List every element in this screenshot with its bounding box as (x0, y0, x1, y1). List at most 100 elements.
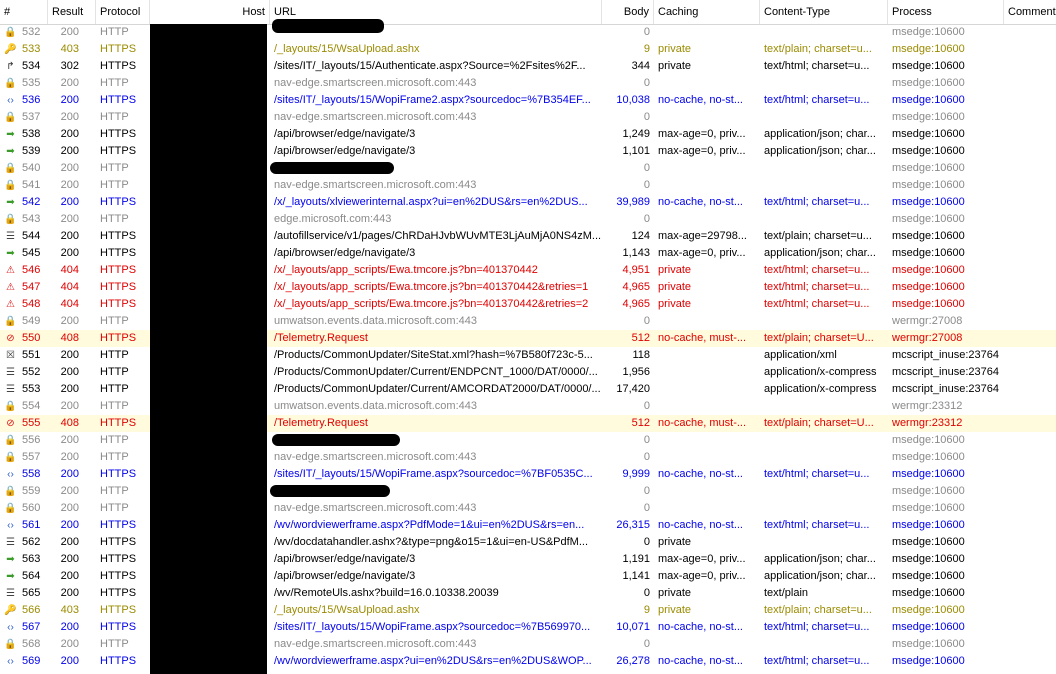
cell-body-size: 4,965 (622, 298, 650, 310)
cell-body-size: 26,278 (616, 655, 650, 667)
column-header-protocol[interactable]: Protocol (96, 0, 150, 24)
cell-content-type (760, 449, 886, 466)
cell-session-number: 540 (22, 162, 41, 174)
cell-body-size: 0 (643, 485, 650, 497)
column-header-content-type[interactable]: Content-Type (760, 0, 888, 24)
column-header-caching[interactable]: Caching (654, 0, 760, 24)
cell-protocol: HTTPS (100, 247, 137, 259)
cell-protocol: HTTPS (100, 621, 137, 633)
cell-process: msedge:10600 (892, 230, 965, 242)
cell-body-size: 39,989 (616, 196, 650, 208)
cell-result-code: 200 (60, 162, 79, 174)
cell-content-type: text/html; charset=u... (764, 298, 870, 310)
cell-result-code: 200 (60, 349, 79, 361)
cell-session-number: 542 (22, 196, 41, 208)
cell-session-number: 566 (22, 604, 41, 616)
column-header-process[interactable]: Process (888, 0, 1004, 24)
cell-protocol: HTTP (100, 26, 129, 38)
cell-body-size: 0 (643, 315, 650, 327)
cell-content-type: text/html; charset=u... (764, 264, 870, 276)
cell-result-code: 200 (60, 553, 79, 565)
cell-content-type: application/json; char... (764, 247, 876, 259)
url-redaction-mark (272, 434, 400, 446)
cell-body-size: 0 (643, 77, 650, 89)
cell-process: msedge:10600 (892, 213, 965, 225)
cell-protocol: HTTP (100, 315, 129, 327)
cell-body-size: 1,143 (622, 247, 650, 259)
cell-url: /wv/RemoteUls.ashx?build=16.0.10338.2003… (274, 587, 499, 599)
cell-caching: no-cache, must-... (658, 332, 747, 344)
cell-url: nav-edge.smartscreen.microsoft.com:443 (274, 638, 477, 650)
cell-url: umwatson.events.data.microsoft.com:443 (274, 400, 477, 412)
cell-body-size: 17,420 (616, 383, 650, 395)
cell-caching: private (658, 536, 692, 548)
cell-caching: max-age=0, priv... (658, 247, 746, 259)
cell-caching: no-cache, no-st... (658, 655, 743, 667)
cell-caching: private (658, 43, 692, 55)
cell-protocol: HTTPS (100, 570, 137, 582)
cell-result-code: 200 (60, 315, 79, 327)
cell-session-number: 555 (22, 417, 41, 429)
cell-content-type (760, 177, 886, 194)
cell-url: /wv/wordviewerframe.aspx?PdfMode=1&ui=en… (274, 519, 585, 531)
cell-caching (654, 347, 758, 364)
cell-body-size: 512 (631, 332, 650, 344)
cell-session-number: 537 (22, 111, 41, 123)
cell-caching (654, 449, 758, 466)
column-header-result[interactable]: Result (48, 0, 96, 24)
cell-caching: no-cache, no-st... (658, 196, 743, 208)
cell-protocol: HTTP (100, 213, 129, 225)
column-header-num[interactable]: # (0, 0, 48, 24)
cell-caching: no-cache, no-st... (658, 621, 743, 633)
cell-session-number: 561 (22, 519, 41, 531)
cell-result-code: 403 (60, 43, 79, 55)
column-header-body[interactable]: Body (602, 0, 654, 24)
cell-session-number: 533 (22, 43, 41, 55)
cell-url: /x/_layouts/app_scripts/Ewa.tmcore.js?bn… (274, 298, 589, 310)
cell-content-type (760, 160, 886, 177)
cell-body-size: 1,141 (622, 570, 650, 582)
cell-caching: private (658, 587, 692, 599)
cell-result-code: 200 (60, 77, 79, 89)
cell-url: /Telemetry.Request (274, 417, 368, 429)
cell-content-type: application/x-compress (764, 366, 877, 378)
cell-result-code: 200 (60, 621, 79, 633)
cell-caching: max-age=29798... (658, 230, 747, 242)
cell-protocol: HTTP (100, 162, 129, 174)
column-header-comments[interactable]: Comments (1004, 0, 1056, 24)
cell-process: msedge:10600 (892, 145, 965, 157)
column-header-host[interactable]: Host (150, 0, 270, 24)
cell-process: msedge:10600 (892, 43, 965, 55)
cell-session-number: 536 (22, 94, 41, 106)
cell-result-code: 408 (60, 417, 79, 429)
cell-session-number: 569 (22, 655, 41, 667)
cell-protocol: HTTP (100, 111, 129, 123)
cell-process: msedge:10600 (892, 26, 965, 38)
cell-caching (654, 483, 758, 500)
cell-process: msedge:10600 (892, 468, 965, 480)
cell-caching: private (658, 281, 692, 293)
cell-body-size: 4,951 (622, 264, 650, 276)
cell-process: msedge:10600 (892, 570, 965, 582)
cell-content-type: text/plain; charset=U... (764, 417, 874, 429)
cell-content-type (760, 24, 886, 41)
cell-caching: no-cache, no-st... (658, 519, 743, 531)
cell-protocol: HTTPS (100, 94, 137, 106)
cell-content-type: text/plain; charset=u... (764, 43, 872, 55)
cell-content-type: text/html; charset=u... (764, 196, 870, 208)
cell-protocol: HTTP (100, 400, 129, 412)
cell-caching: no-cache, no-st... (658, 94, 743, 106)
sessions-grid[interactable]: # Result Protocol Host URL Body Caching … (0, 0, 1056, 674)
cell-content-type: text/plain; charset=u... (764, 604, 872, 616)
cell-result-code: 403 (60, 604, 79, 616)
cell-body-size: 9,999 (622, 468, 650, 480)
cell-process: mcscript_inuse:23764 (892, 366, 1000, 378)
cell-result-code: 200 (60, 451, 79, 463)
cell-body-size: 1,191 (622, 553, 650, 565)
cell-process: msedge:10600 (892, 485, 965, 497)
cell-session-number: 554 (22, 400, 41, 412)
cell-session-number: 563 (22, 553, 41, 565)
cell-url: /Products/CommonUpdater/Current/ENDPCNT_… (274, 366, 598, 378)
cell-caching (654, 398, 758, 415)
cell-result-code: 200 (60, 655, 79, 667)
